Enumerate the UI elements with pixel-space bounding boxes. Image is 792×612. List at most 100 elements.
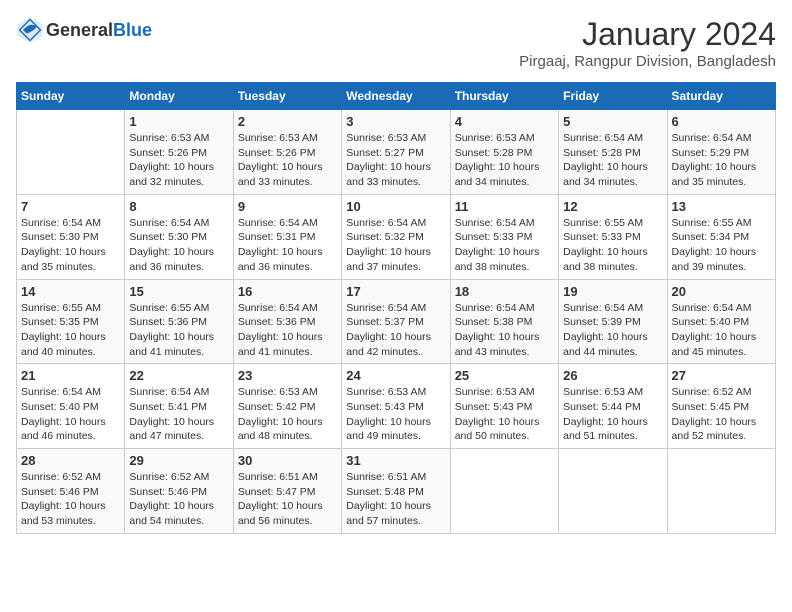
day-cell: 24 Sunrise: 6:53 AM Sunset: 5:43 PM Dayli…: [342, 364, 450, 449]
day-number: 8: [129, 199, 228, 214]
day-number: 7: [21, 199, 120, 214]
day-number: 1: [129, 114, 228, 129]
header-row: SundayMondayTuesdayWednesdayThursdayFrid…: [17, 83, 776, 110]
day-info: Sunrise: 6:54 AM Sunset: 5:40 PM Dayligh…: [21, 385, 120, 444]
day-number: 3: [346, 114, 445, 129]
day-cell: 2 Sunrise: 6:53 AM Sunset: 5:26 PM Daylig…: [233, 110, 341, 195]
logo-icon: [16, 16, 44, 44]
day-number: 23: [238, 368, 337, 383]
day-cell: 9 Sunrise: 6:54 AM Sunset: 5:31 PM Daylig…: [233, 194, 341, 279]
day-info: Sunrise: 6:54 AM Sunset: 5:37 PM Dayligh…: [346, 301, 445, 360]
day-number: 15: [129, 284, 228, 299]
day-number: 30: [238, 453, 337, 468]
day-cell: 18 Sunrise: 6:54 AM Sunset: 5:38 PM Dayli…: [450, 279, 558, 364]
day-number: 29: [129, 453, 228, 468]
title-area: January 2024 Pirgaaj, Rangpur Division, …: [519, 16, 776, 70]
day-info: Sunrise: 6:53 AM Sunset: 5:43 PM Dayligh…: [455, 385, 554, 444]
day-number: 20: [672, 284, 771, 299]
header-cell-sunday: Sunday: [17, 83, 125, 110]
day-cell: 20 Sunrise: 6:54 AM Sunset: 5:40 PM Dayli…: [667, 279, 775, 364]
day-number: 16: [238, 284, 337, 299]
day-info: Sunrise: 6:54 AM Sunset: 5:40 PM Dayligh…: [672, 301, 771, 360]
day-cell: 23Sunrise: 6:53 AM Sunset: 5:42 PM Dayli…: [233, 364, 341, 449]
day-cell: 31 Sunrise: 6:51 AM Sunset: 5:48 PM Dayli…: [342, 449, 450, 534]
day-cell: 25 Sunrise: 6:53 AM Sunset: 5:43 PM Dayli…: [450, 364, 558, 449]
day-number: 26: [563, 368, 662, 383]
calendar-table: SundayMondayTuesdayWednesdayThursdayFrid…: [16, 82, 776, 534]
day-info: Sunrise: 6:53 AM Sunset: 5:26 PM Dayligh…: [238, 131, 337, 190]
day-info: Sunrise: 6:53 AM Sunset: 5:43 PM Dayligh…: [346, 385, 445, 444]
day-cell: 27 Sunrise: 6:52 AM Sunset: 5:45 PM Dayli…: [667, 364, 775, 449]
day-number: 9: [238, 199, 337, 214]
day-cell: [667, 449, 775, 534]
day-cell: 1 Sunrise: 6:53 AM Sunset: 5:26 PM Daylig…: [125, 110, 233, 195]
day-cell: 19Sunrise: 6:54 AM Sunset: 5:39 PM Dayli…: [559, 279, 667, 364]
week-row-3: 14Sunrise: 6:55 AM Sunset: 5:35 PM Dayli…: [17, 279, 776, 364]
header-cell-tuesday: Tuesday: [233, 83, 341, 110]
day-info: Sunrise: 6:54 AM Sunset: 5:29 PM Dayligh…: [672, 131, 771, 190]
day-info: Sunrise: 6:54 AM Sunset: 5:38 PM Dayligh…: [455, 301, 554, 360]
day-info: Sunrise: 6:54 AM Sunset: 5:31 PM Dayligh…: [238, 216, 337, 275]
day-info: Sunrise: 6:54 AM Sunset: 5:32 PM Dayligh…: [346, 216, 445, 275]
day-number: 12: [563, 199, 662, 214]
month-title: January 2024: [519, 16, 776, 53]
day-number: 21: [21, 368, 120, 383]
day-cell: 3 Sunrise: 6:53 AM Sunset: 5:27 PM Daylig…: [342, 110, 450, 195]
day-info: Sunrise: 6:55 AM Sunset: 5:36 PM Dayligh…: [129, 301, 228, 360]
day-info: Sunrise: 6:54 AM Sunset: 5:28 PM Dayligh…: [563, 131, 662, 190]
day-cell: 7 Sunrise: 6:54 AM Sunset: 5:30 PM Daylig…: [17, 194, 125, 279]
day-number: 6: [672, 114, 771, 129]
day-info: Sunrise: 6:53 AM Sunset: 5:27 PM Dayligh…: [346, 131, 445, 190]
day-cell: 14Sunrise: 6:55 AM Sunset: 5:35 PM Dayli…: [17, 279, 125, 364]
day-cell: 30Sunrise: 6:51 AM Sunset: 5:47 PM Dayli…: [233, 449, 341, 534]
page-header: GeneralBlue January 2024 Pirgaaj, Rangpu…: [16, 16, 776, 70]
day-info: Sunrise: 6:55 AM Sunset: 5:34 PM Dayligh…: [672, 216, 771, 275]
day-number: 27: [672, 368, 771, 383]
week-row-4: 21 Sunrise: 6:54 AM Sunset: 5:40 PM Dayli…: [17, 364, 776, 449]
day-info: Sunrise: 6:55 AM Sunset: 5:33 PM Dayligh…: [563, 216, 662, 275]
day-cell: 12 Sunrise: 6:55 AM Sunset: 5:33 PM Dayli…: [559, 194, 667, 279]
day-cell: 28 Sunrise: 6:52 AM Sunset: 5:46 PM Dayli…: [17, 449, 125, 534]
day-number: 28: [21, 453, 120, 468]
header-cell-thursday: Thursday: [450, 83, 558, 110]
day-number: 5: [563, 114, 662, 129]
day-info: Sunrise: 6:52 AM Sunset: 5:46 PM Dayligh…: [21, 470, 120, 529]
day-number: 31: [346, 453, 445, 468]
day-cell: 17 Sunrise: 6:54 AM Sunset: 5:37 PM Dayli…: [342, 279, 450, 364]
day-cell: [559, 449, 667, 534]
day-number: 25: [455, 368, 554, 383]
day-info: Sunrise: 6:52 AM Sunset: 5:45 PM Dayligh…: [672, 385, 771, 444]
day-number: 13: [672, 199, 771, 214]
day-cell: 6 Sunrise: 6:54 AM Sunset: 5:29 PM Daylig…: [667, 110, 775, 195]
location-subtitle: Pirgaaj, Rangpur Division, Bangladesh: [519, 53, 776, 70]
header-cell-monday: Monday: [125, 83, 233, 110]
day-cell: 13 Sunrise: 6:55 AM Sunset: 5:34 PM Dayli…: [667, 194, 775, 279]
day-number: 18: [455, 284, 554, 299]
day-number: 24: [346, 368, 445, 383]
logo: GeneralBlue: [16, 16, 152, 44]
day-number: 22: [129, 368, 228, 383]
day-info: Sunrise: 6:51 AM Sunset: 5:48 PM Dayligh…: [346, 470, 445, 529]
day-cell: 11Sunrise: 6:54 AM Sunset: 5:33 PM Dayli…: [450, 194, 558, 279]
logo-blue-text: Blue: [113, 20, 152, 40]
day-cell: 4Sunrise: 6:53 AM Sunset: 5:28 PM Daylig…: [450, 110, 558, 195]
day-cell: 8 Sunrise: 6:54 AM Sunset: 5:30 PM Daylig…: [125, 194, 233, 279]
day-cell: 5 Sunrise: 6:54 AM Sunset: 5:28 PM Daylig…: [559, 110, 667, 195]
logo-general-text: General: [46, 20, 113, 40]
day-info: Sunrise: 6:54 AM Sunset: 5:30 PM Dayligh…: [21, 216, 120, 275]
day-info: Sunrise: 6:54 AM Sunset: 5:30 PM Dayligh…: [129, 216, 228, 275]
day-info: Sunrise: 6:53 AM Sunset: 5:26 PM Dayligh…: [129, 131, 228, 190]
day-info: Sunrise: 6:52 AM Sunset: 5:46 PM Dayligh…: [129, 470, 228, 529]
header-cell-saturday: Saturday: [667, 83, 775, 110]
week-row-1: 1 Sunrise: 6:53 AM Sunset: 5:26 PM Daylig…: [17, 110, 776, 195]
day-cell: 22Sunrise: 6:54 AM Sunset: 5:41 PM Dayli…: [125, 364, 233, 449]
day-cell: [450, 449, 558, 534]
day-number: 14: [21, 284, 120, 299]
header-cell-wednesday: Wednesday: [342, 83, 450, 110]
day-cell: 16Sunrise: 6:54 AM Sunset: 5:36 PM Dayli…: [233, 279, 341, 364]
day-cell: [17, 110, 125, 195]
day-cell: 29 Sunrise: 6:52 AM Sunset: 5:46 PM Dayli…: [125, 449, 233, 534]
day-number: 2: [238, 114, 337, 129]
header-cell-friday: Friday: [559, 83, 667, 110]
day-number: 17: [346, 284, 445, 299]
